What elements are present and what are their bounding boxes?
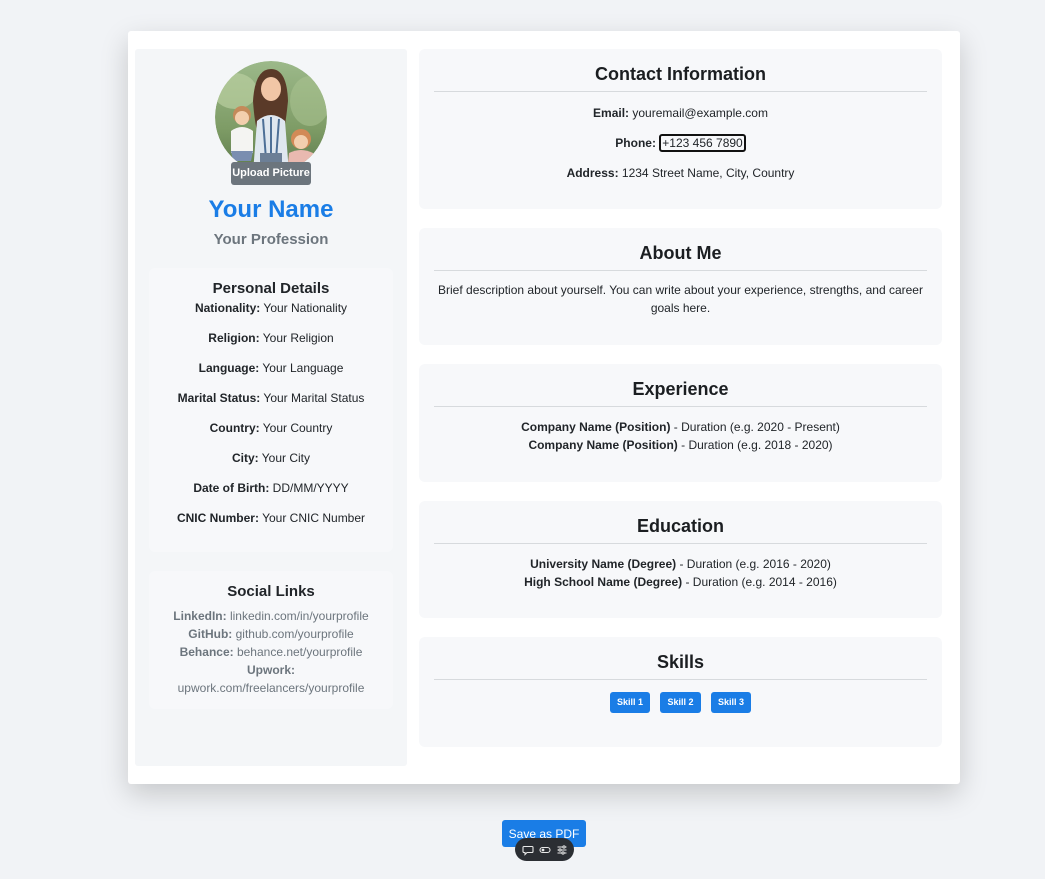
social-links-list: LinkedIn: linkedin.com/in/yourprofile Gi… — [149, 601, 393, 697]
detail-value: Your City — [258, 451, 311, 465]
detail-value: Your Country — [259, 421, 333, 435]
experience-position: Company Name (Position) — [528, 438, 678, 452]
skills-list: Skill 1 Skill 2 Skill 3 — [419, 680, 942, 713]
experience-section: Experience Company Name (Position) - Dur… — [419, 364, 942, 482]
contact-section: Contact Information Email: youremail@exa… — [419, 49, 942, 209]
contact-value: 1234 Street Name, City, Country — [618, 166, 795, 180]
social-label: Upwork: — [247, 663, 295, 677]
detail-value: Your Marital Status — [260, 391, 365, 405]
detail-cnic-number: CNIC Number: Your CNIC Number — [149, 511, 393, 541]
floating-toolbar — [515, 838, 574, 861]
detail-value: Your Language — [259, 361, 344, 375]
detail-label: Date of Birth: — [193, 481, 270, 495]
about-section: About Me Brief description about yoursel… — [419, 228, 942, 345]
upload-picture-button[interactable]: Upload Picture — [231, 162, 311, 185]
contact-label: Email: — [593, 106, 630, 120]
personal-details-title: Personal Details — [212, 280, 330, 297]
detail-value: DD/MM/YYYY — [269, 481, 349, 495]
comment-icon[interactable] — [521, 844, 534, 856]
detail-value: Your Religion — [259, 331, 334, 345]
contact-address: Address: 1234 Street Name, City, Country — [419, 166, 942, 196]
education-item: High School Name (Degree) - Duration (e.… — [419, 573, 942, 591]
about-title: About Me — [639, 243, 722, 263]
skill-badge: Skill 1 — [610, 692, 651, 713]
education-list: University Name (Degree) - Duration (e.g… — [419, 544, 942, 591]
contact-label: Address: — [566, 166, 619, 180]
contact-title: Contact Information — [595, 64, 766, 84]
detail-religion: Religion: Your Religion — [149, 331, 393, 361]
social-github[interactable]: GitHub: github.com/yourprofile — [149, 625, 393, 643]
experience-duration: - Duration (e.g. 2018 - 2020) — [677, 438, 833, 452]
personal-details-list: Nationality: Your Nationality Religion: … — [149, 298, 393, 541]
social-value: behance.net/yourprofile — [233, 645, 363, 659]
contact-phone: Phone: +123 456 7890 — [419, 134, 942, 166]
personal-details-card: Personal Details Nationality: Your Natio… — [149, 268, 393, 552]
education-item: University Name (Degree) - Duration (e.g… — [419, 555, 942, 573]
profile-profession: Your Profession — [213, 231, 329, 248]
education-section: Education University Name (Degree) - Dur… — [419, 501, 942, 618]
social-linkedin[interactable]: LinkedIn: linkedin.com/in/yourprofile — [149, 607, 393, 625]
skills-section: Skills Skill 1 Skill 2 Skill 3 — [419, 637, 942, 747]
education-degree: University Name (Degree) — [530, 557, 677, 571]
detail-label: Religion: — [208, 331, 260, 345]
social-links-card: Social Links LinkedIn: linkedin.com/in/y… — [149, 571, 393, 709]
social-label: LinkedIn: — [173, 609, 227, 623]
skill-badge: Skill 3 — [710, 692, 751, 713]
experience-item: Company Name (Position) - Duration (e.g.… — [419, 436, 942, 454]
detail-country: Country: Your Country — [149, 421, 393, 451]
social-value: upwork.com/freelancers/yourprofile — [177, 681, 365, 695]
detail-language: Language: Your Language — [149, 361, 393, 391]
resume-card: Upload Picture Your Name Your Profession… — [128, 31, 960, 784]
detail-label: City: — [231, 451, 259, 465]
toggle-icon[interactable] — [538, 844, 551, 856]
experience-item: Company Name (Position) - Duration (e.g.… — [419, 418, 942, 436]
detail-marital-status: Marital Status: Your Marital Status — [149, 391, 393, 421]
detail-label: Marital Status: — [177, 391, 261, 405]
contact-label: Phone: — [615, 136, 656, 150]
contact-list: Email: youremail@example.com Phone: +123… — [419, 92, 942, 196]
experience-position: Company Name (Position) — [521, 420, 671, 434]
education-degree: High School Name (Degree) — [524, 575, 683, 589]
education-duration: - Duration (e.g. 2014 - 2016) — [682, 575, 837, 589]
avatar — [215, 61, 327, 173]
experience-title: Experience — [632, 379, 729, 399]
social-upwork[interactable]: Upwork: upwork.com/freelancers/yourprofil… — [149, 661, 393, 697]
experience-duration: - Duration (e.g. 2020 - Present) — [670, 420, 840, 434]
detail-label: Language: — [198, 361, 260, 375]
social-label: GitHub: — [188, 627, 233, 641]
detail-label: Nationality: — [194, 301, 261, 315]
profile-name: Your Name — [208, 196, 334, 223]
skill-badge: Skill 2 — [660, 692, 701, 713]
avatar-wrap — [215, 61, 327, 173]
experience-list: Company Name (Position) - Duration (e.g.… — [419, 407, 942, 454]
detail-value: Your CNIC Number — [258, 511, 366, 525]
social-value: linkedin.com/in/yourprofile — [226, 609, 369, 623]
education-duration: - Duration (e.g. 2016 - 2020) — [676, 557, 831, 571]
social-behance[interactable]: Behance: behance.net/yourprofile — [149, 643, 393, 661]
detail-label: CNIC Number: — [176, 511, 259, 525]
sidebar: Upload Picture Your Name Your Profession… — [135, 49, 407, 766]
about-text: Brief description about yourself. You ca… — [438, 283, 923, 315]
detail-city: City: Your City — [149, 451, 393, 481]
contact-email: Email: youremail@example.com — [419, 106, 942, 136]
detail-nationality: Nationality: Your Nationality — [149, 301, 393, 331]
settings-icon[interactable] — [556, 844, 568, 856]
contact-value: youremail@example.com — [629, 106, 768, 120]
social-links-title: Social Links — [227, 583, 315, 600]
social-label: Behance: — [179, 645, 234, 659]
detail-value: Your Nationality — [260, 301, 348, 315]
education-title: Education — [636, 516, 724, 536]
social-value: github.com/yourprofile — [232, 627, 354, 641]
detail-date-of-birth: Date of Birth: DD/MM/YYYY — [149, 481, 393, 511]
detail-label: Country: — [209, 421, 260, 435]
skills-title: Skills — [656, 652, 705, 672]
phone-value[interactable]: +123 456 7890 — [659, 134, 746, 152]
